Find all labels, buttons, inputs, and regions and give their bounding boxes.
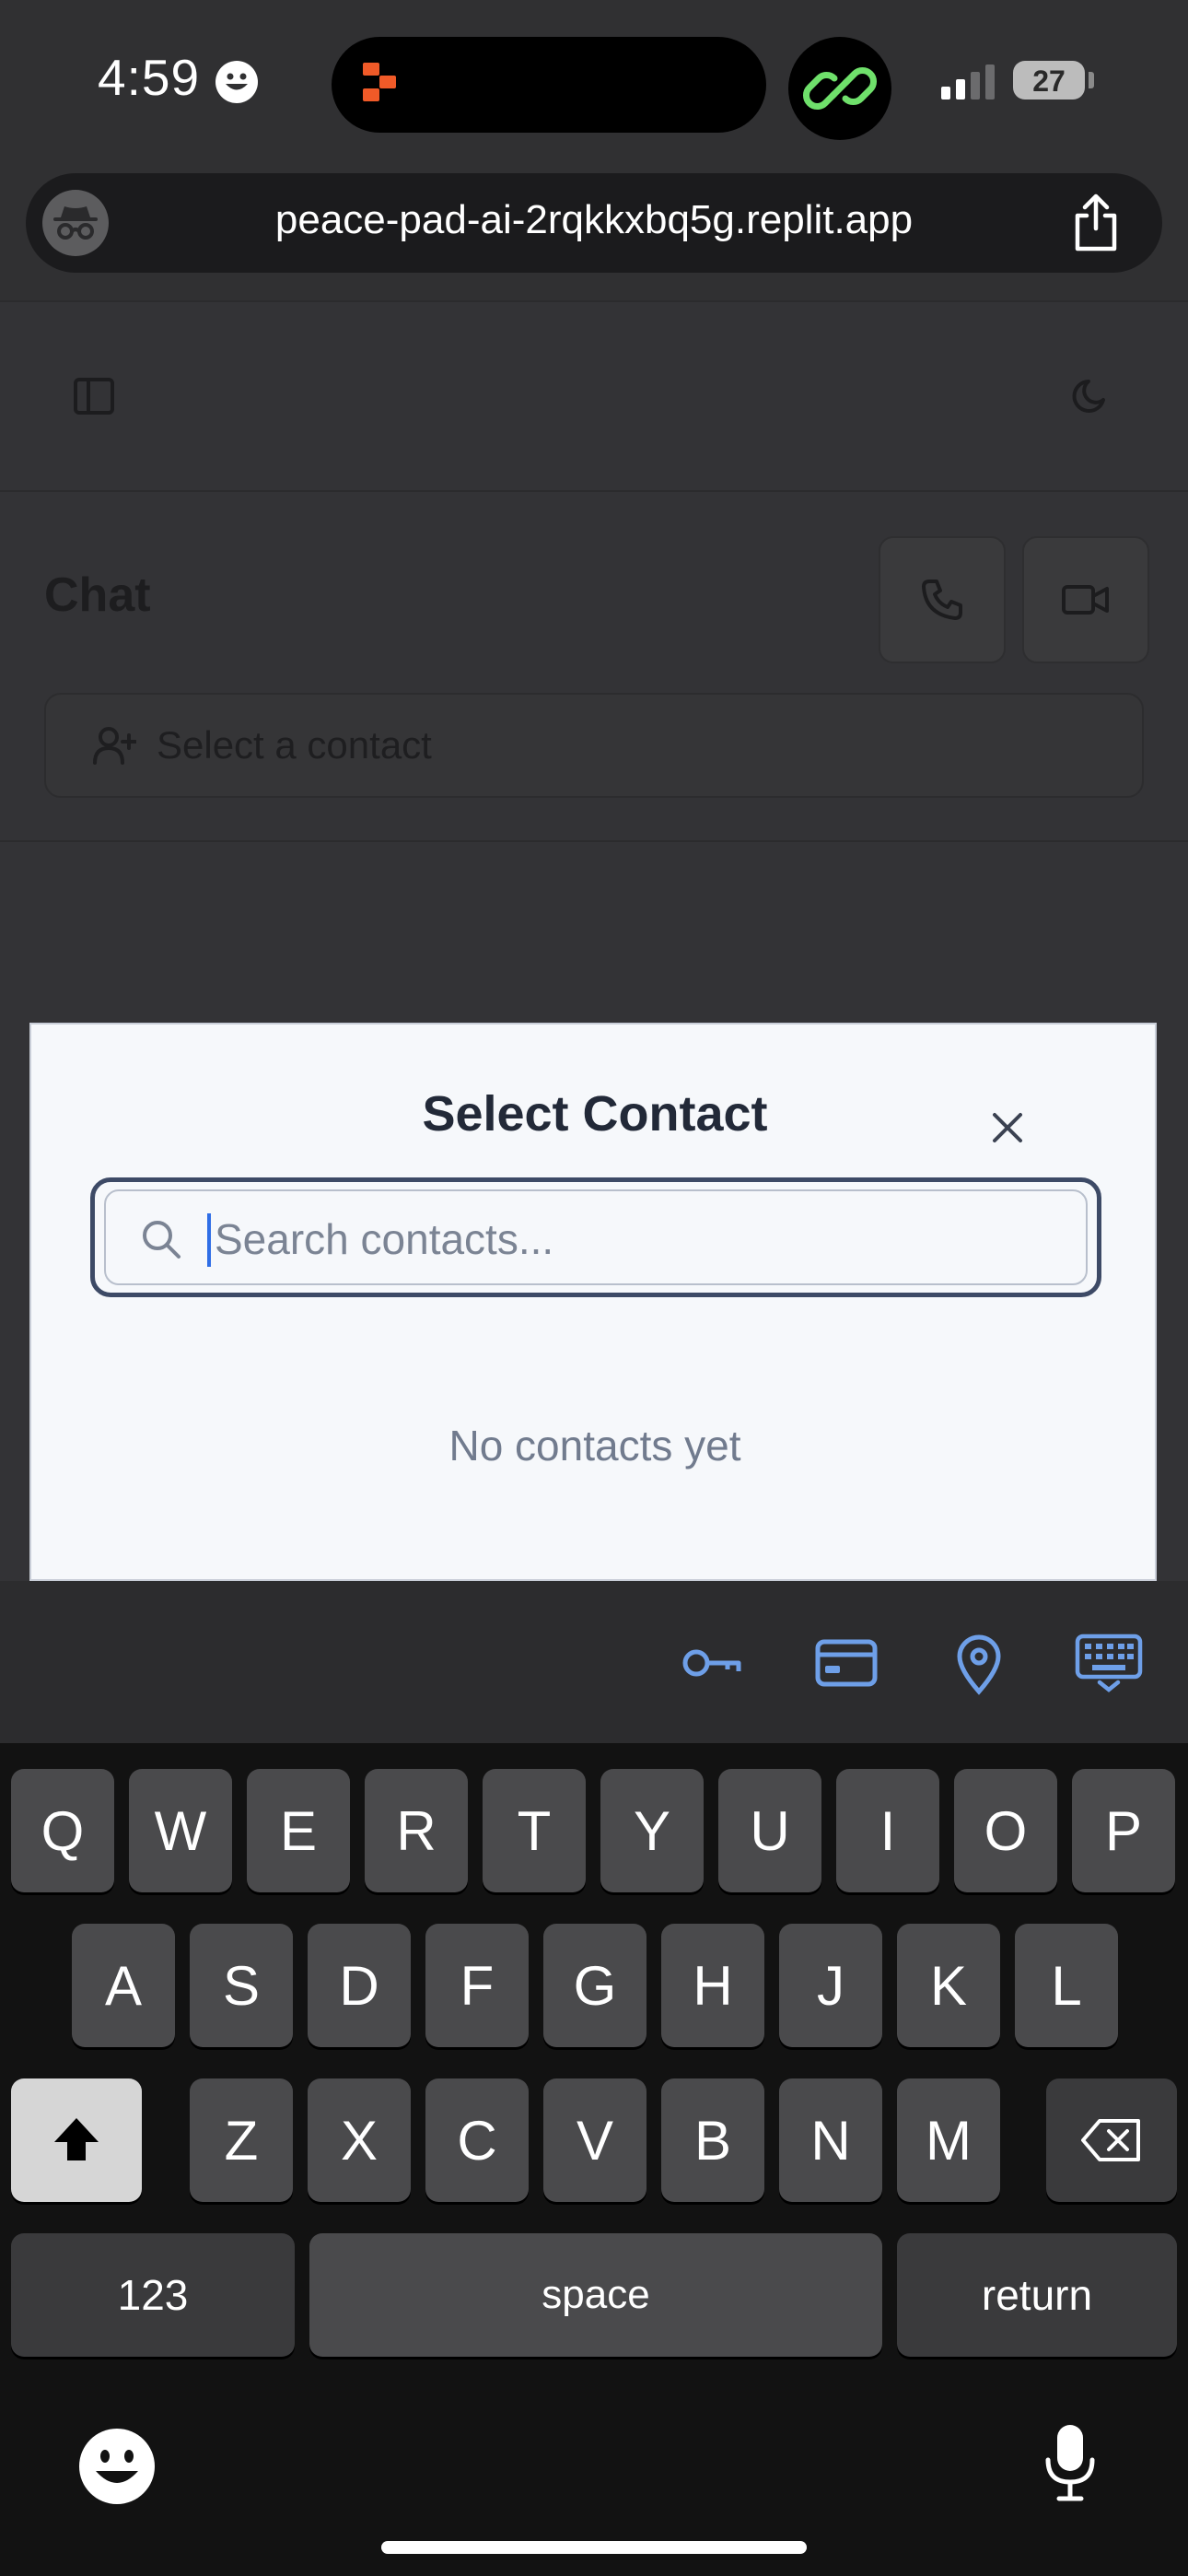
key-s[interactable]: S [190,1924,293,2047]
key-k[interactable]: K [897,1924,1000,2047]
keyboard-dismiss-icon[interactable] [1074,1631,1144,1695]
private-browsing-icon[interactable] [42,190,109,256]
key-t[interactable]: T [483,1769,586,1892]
key-c[interactable]: C [425,2078,529,2202]
passwords-key-icon[interactable] [680,1631,744,1695]
focus-smiley-icon [215,61,258,103]
contact-select[interactable]: Select a contact [44,693,1144,798]
key-b[interactable]: B [661,2078,764,2202]
key-z[interactable]: Z [190,2078,293,2202]
emoji-icon[interactable] [79,2429,155,2504]
key-f[interactable]: F [425,1924,529,2047]
location-pin-icon[interactable] [947,1631,1011,1695]
video-camera-icon [1061,581,1111,618]
key-j[interactable]: J [779,1924,882,2047]
key-w[interactable]: W [129,1769,232,1892]
key-y[interactable]: Y [600,1769,704,1892]
home-indicator [381,2541,807,2554]
numbers-key[interactable]: 123 [11,2233,295,2357]
divider [0,490,1188,492]
contact-select-label: Select a contact [157,723,432,767]
voice-call-button[interactable] [879,536,1006,663]
moon-icon[interactable] [1068,374,1112,418]
key-h[interactable]: H [661,1924,764,2047]
battery-nub [1089,72,1094,88]
key-q[interactable]: Q [11,1769,114,1892]
key-r[interactable]: R [365,1769,468,1892]
shift-arrow-icon [51,2114,102,2166]
key-d[interactable]: D [308,1924,411,2047]
search-focus-ring [90,1177,1101,1297]
key-g[interactable]: G [543,1924,646,2047]
microphone-icon[interactable] [1041,2423,1100,2502]
credit-card-icon[interactable] [814,1631,879,1695]
search-field[interactable] [104,1189,1088,1285]
key-a[interactable]: A [72,1924,175,2047]
delete-key[interactable] [1046,2078,1177,2202]
hotspot-link-icon [788,37,891,140]
key-x[interactable]: X [308,2078,411,2202]
key-n[interactable]: N [779,2078,882,2202]
close-icon[interactable] [989,1109,1026,1146]
signal-icon [939,64,998,100]
status-time: 4:59 [98,49,201,106]
divider [0,300,1188,302]
phone-icon [918,576,966,624]
key-u[interactable]: U [718,1769,821,1892]
key-o[interactable]: O [954,1769,1057,1892]
return-key[interactable]: return [897,2233,1177,2357]
empty-state-message: No contacts yet [448,1422,741,1469]
add-user-icon [92,724,136,767]
select-contact-dialog: Select Contact No contacts yet [29,1023,1157,1581]
key-l[interactable]: L [1015,1924,1118,2047]
sidebar-toggle-icon[interactable] [72,374,116,418]
space-key[interactable]: space [309,2233,882,2357]
key-m[interactable]: M [897,2078,1000,2202]
backspace-icon [1079,2117,1144,2163]
shift-key[interactable] [11,2078,142,2202]
keyboard: Q W E R T Y U I O P A S D F G H J K L Z … [0,1743,1188,2576]
share-icon[interactable] [1068,192,1124,252]
divider [0,840,1188,842]
battery-level: 27 [1032,64,1066,98]
key-v[interactable]: V [543,2078,646,2202]
search-icon [139,1217,183,1261]
key-e[interactable]: E [247,1769,350,1892]
page-title: Chat [44,568,151,622]
search-input[interactable] [211,1208,1047,1270]
key-i[interactable]: I [836,1769,939,1892]
key-p[interactable]: P [1072,1769,1175,1892]
video-call-button[interactable] [1022,536,1149,663]
battery-icon: 27 [1013,61,1085,100]
replit-activity-icon [361,61,398,105]
url-text[interactable]: peace-pad-ai-2rqkkxbq5g.replit.app [138,197,1050,243]
